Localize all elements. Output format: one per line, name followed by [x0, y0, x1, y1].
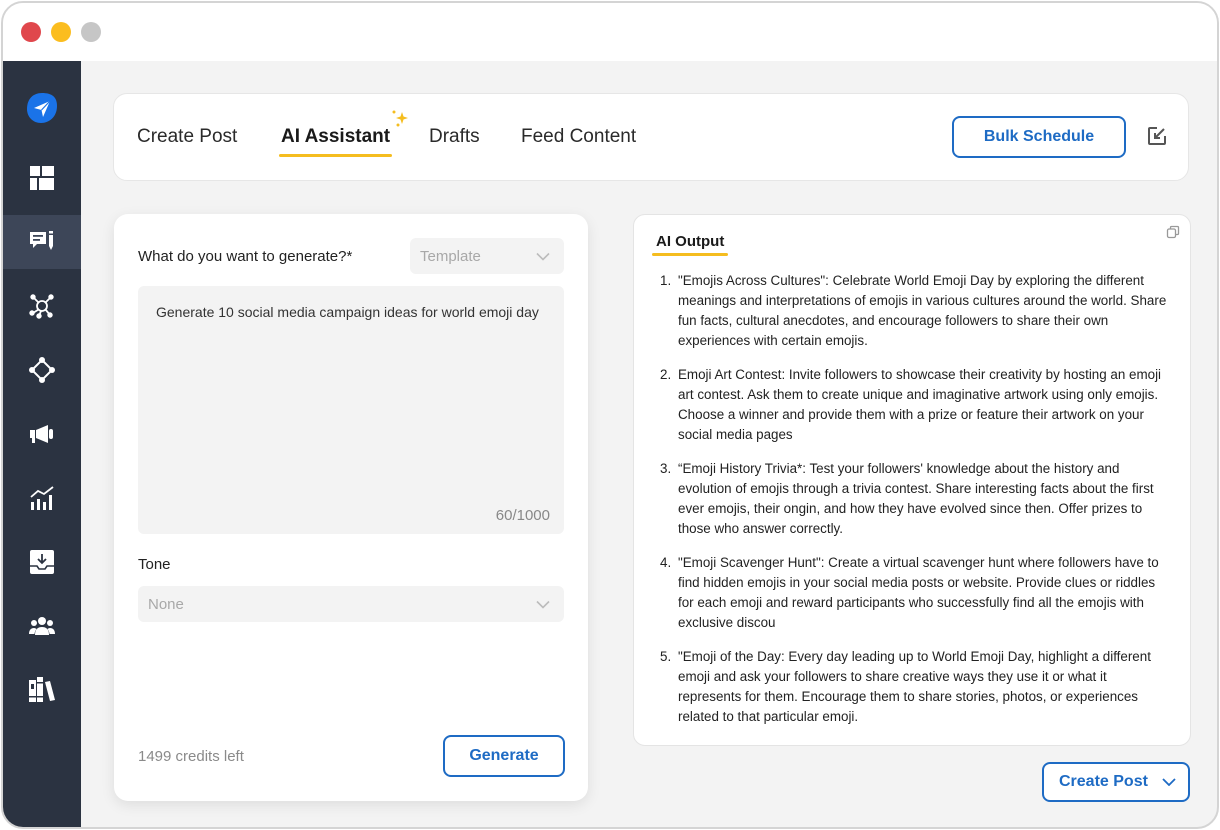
template-select[interactable]: Template — [410, 238, 564, 274]
tab-create-post[interactable]: Create Post — [137, 126, 237, 148]
ai-output-title-text: AI Output — [656, 233, 725, 250]
title-underline — [652, 253, 729, 256]
create-post-label: Create Post — [1059, 773, 1148, 790]
tab-ai-assistant[interactable]: AI Assistant — [279, 126, 393, 157]
ai-output-list: 1. "Emojis Across Cultures": Celebrate Wo… — [656, 271, 1170, 741]
tone-label: Tone — [138, 556, 171, 573]
sidebar-item-analytics[interactable] — [3, 471, 81, 525]
tone-select[interactable]: None — [138, 586, 564, 622]
main-content: Create Post AI Assistant Drafts Feed Con… — [81, 61, 1217, 827]
list-item: 3. “Emoji History Trivia*: Test your foll… — [660, 461, 1154, 536]
sidebar-item-network[interactable] — [3, 279, 81, 333]
sidebar-item-campaigns[interactable] — [3, 407, 81, 461]
analytics-chart-icon — [29, 485, 55, 511]
sidebar — [3, 61, 81, 827]
chevron-down-icon[interactable] — [1162, 773, 1176, 791]
active-tab-indicator — [279, 154, 393, 157]
sidebar-item-home[interactable] — [3, 81, 81, 135]
ai-output-panel: AI Output 1. "Emojis Across Cultures": Ce… — [633, 214, 1191, 746]
sidebar-item-connections[interactable] — [3, 343, 81, 397]
compose-message-icon — [29, 230, 55, 254]
prompt-textarea[interactable]: Generate 10 social media campaign ideas … — [138, 286, 564, 534]
generate-button[interactable]: Generate — [443, 735, 565, 777]
generate-question-label: What do you want to generate?* — [138, 248, 353, 265]
close-window-button[interactable] — [21, 22, 41, 42]
sidebar-item-inbox[interactable] — [3, 535, 81, 589]
sidebar-item-compose[interactable] — [3, 215, 81, 269]
list-item: 2. Emoji Art Contest: Invite followers to… — [660, 367, 1162, 442]
paper-plane-logo-icon — [25, 91, 59, 125]
ai-output-title: AI Output — [652, 233, 729, 256]
credits-remaining: 1499 credits left — [138, 748, 244, 765]
sidebar-item-library[interactable] — [3, 663, 81, 717]
prompt-text: Generate 10 social media campaign ideas … — [156, 304, 539, 320]
template-select-value: Template — [420, 247, 481, 265]
chevron-down-icon — [536, 248, 550, 265]
maximize-window-button[interactable] — [81, 22, 101, 42]
network-hub-icon — [29, 293, 55, 319]
tab-ai-assistant-label: AI Assistant — [281, 126, 391, 147]
app-window: Create Post AI Assistant Drafts Feed Con… — [1, 1, 1219, 829]
chevron-down-icon — [536, 596, 550, 613]
tab-bar: Create Post AI Assistant Drafts Feed Con… — [113, 93, 1189, 181]
list-item: 4. "Emoji Scavenger Hunt": Create a virtu… — [660, 555, 1159, 630]
library-books-icon — [28, 676, 56, 704]
list-item: 5. "Emoji of the Day: Every day leading u… — [660, 649, 1151, 724]
tab-feed-content[interactable]: Feed Content — [521, 126, 636, 148]
character-count: 60/1000 — [495, 507, 550, 524]
generator-panel: What do you want to generate?* Template … — [114, 214, 588, 801]
minimize-window-button[interactable] — [51, 22, 71, 42]
create-post-button[interactable]: Create Post — [1042, 762, 1190, 802]
list-item: 1. "Emojis Across Cultures": Celebrate Wo… — [660, 273, 1167, 348]
tab-drafts[interactable]: Drafts — [429, 126, 480, 148]
megaphone-icon — [29, 422, 55, 446]
tone-select-value: None — [148, 595, 184, 613]
dashboard-grid-icon — [29, 165, 55, 191]
team-users-icon — [28, 615, 56, 637]
sidebar-item-dashboard[interactable] — [3, 151, 81, 205]
bulk-schedule-button[interactable]: Bulk Schedule — [952, 116, 1126, 158]
title-bar — [3, 3, 1217, 61]
connections-icon — [29, 357, 55, 383]
collapse-edit-icon[interactable] — [1146, 125, 1168, 152]
inbox-download-icon — [29, 549, 55, 575]
copy-icon[interactable] — [1166, 225, 1180, 244]
sparkle-icon — [388, 108, 410, 135]
sidebar-item-team[interactable] — [3, 599, 81, 653]
